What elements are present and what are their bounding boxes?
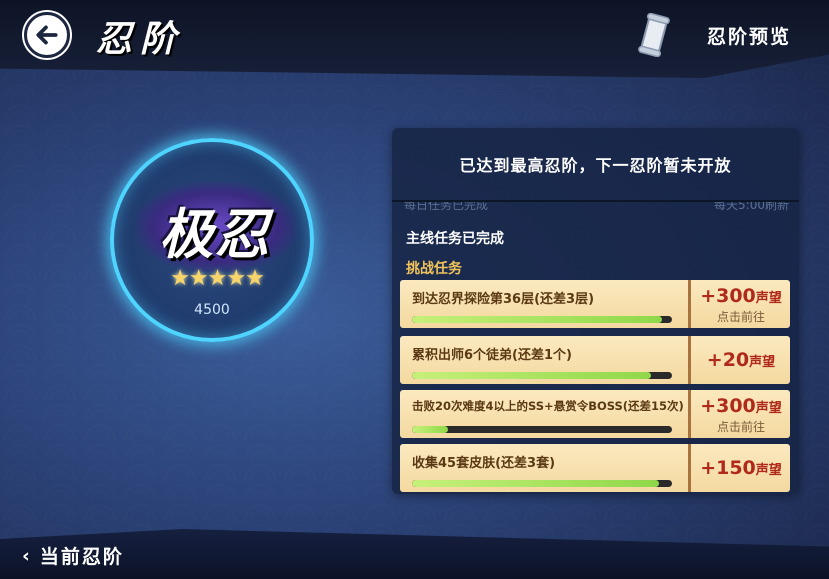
challenge-task[interactable]: 收集45套皮肤(还差3套) +150声望 [400,444,790,492]
go-button[interactable]: 点击前往 [692,418,790,435]
challenge-task[interactable]: 到达忍界探险第36层(还差3层) +300声望 点击前往 [400,280,790,328]
task-progress-bar [412,426,672,433]
task-reward[interactable]: +300声望 点击前往 [692,390,790,438]
task-progress-fill [412,316,662,323]
daily-task-label: 每日任务已完成 [404,202,489,212]
rank-preview-label: 忍阶预览 [706,25,791,48]
rank-points: 4500 [194,302,230,318]
task-divider [688,336,691,384]
reward-amount: +150 [700,457,756,479]
task-reward: +20声望 [692,336,790,384]
task-divider [688,280,691,328]
task-progress-bar [412,480,672,487]
task-divider [688,444,691,492]
scroll-icon [637,12,673,58]
rank-preview-button[interactable]: 忍阶预览 [637,12,791,58]
task-reward: +150声望 [692,444,790,492]
current-rank-label: 当前忍阶 [39,546,124,568]
daily-task-row-cut: 每日任务已完成 每天5:00刷新 [404,202,789,214]
task-description: 收集45套皮肤(还差3套) [412,456,556,471]
reward-unit: 声望 [755,291,782,306]
daily-refresh-label: 每天5:00刷新 [714,202,789,212]
rank-stars: ★★★★★ [170,266,265,291]
reward-unit: 声望 [755,401,782,416]
reward-amount: +300 [700,395,756,417]
main-task-status: 主线任务已完成 [406,231,504,247]
task-reward[interactable]: +300声望 点击前往 [692,280,790,328]
reward-amount: +300 [700,285,756,307]
chevron-left-icon: ‹ [22,544,32,567]
task-description: 到达忍界探险第36层(还差3层) [412,292,595,307]
task-panel: 已达到最高忍阶，下一忍阶暂未开放 每日任务已完成 每天5:00刷新 主线任务已完… [392,128,799,494]
rank-badge: 极忍 ★★★★★ 4500 [110,138,314,342]
rank-name: 极忍 [159,202,271,266]
arrow-left-icon [36,25,58,45]
challenge-section-title: 挑战任务 [406,261,462,277]
task-progress-fill [412,372,652,379]
task-progress-fill [412,426,449,433]
challenge-task[interactable]: 击败20次难度4以上的SS+悬赏令BOSS(还差15次) +300声望 点击前往 [400,390,790,438]
task-description: 累积出师6个徒弟(还差1个) [412,348,572,363]
task-progress-bar [412,372,672,379]
task-description: 击败20次难度4以上的SS+悬赏令BOSS(还差15次) [412,399,684,413]
page-title: 忍阶 [96,18,185,60]
task-progress-fill [412,480,659,487]
task-divider [688,390,691,438]
challenge-task[interactable]: 累积出师6个徒弟(还差1个) +20声望 [400,336,790,384]
reward-unit: 声望 [755,463,782,478]
task-progress-bar [412,316,672,323]
back-button[interactable] [24,12,70,58]
go-button[interactable]: 点击前往 [692,308,790,325]
panel-status: 已达到最高忍阶，下一忍阶暂未开放 [392,128,799,202]
current-rank-button[interactable]: ‹ 当前忍阶 [22,542,124,569]
reward-unit: 声望 [749,355,776,370]
reward-amount: +20 [706,349,750,371]
